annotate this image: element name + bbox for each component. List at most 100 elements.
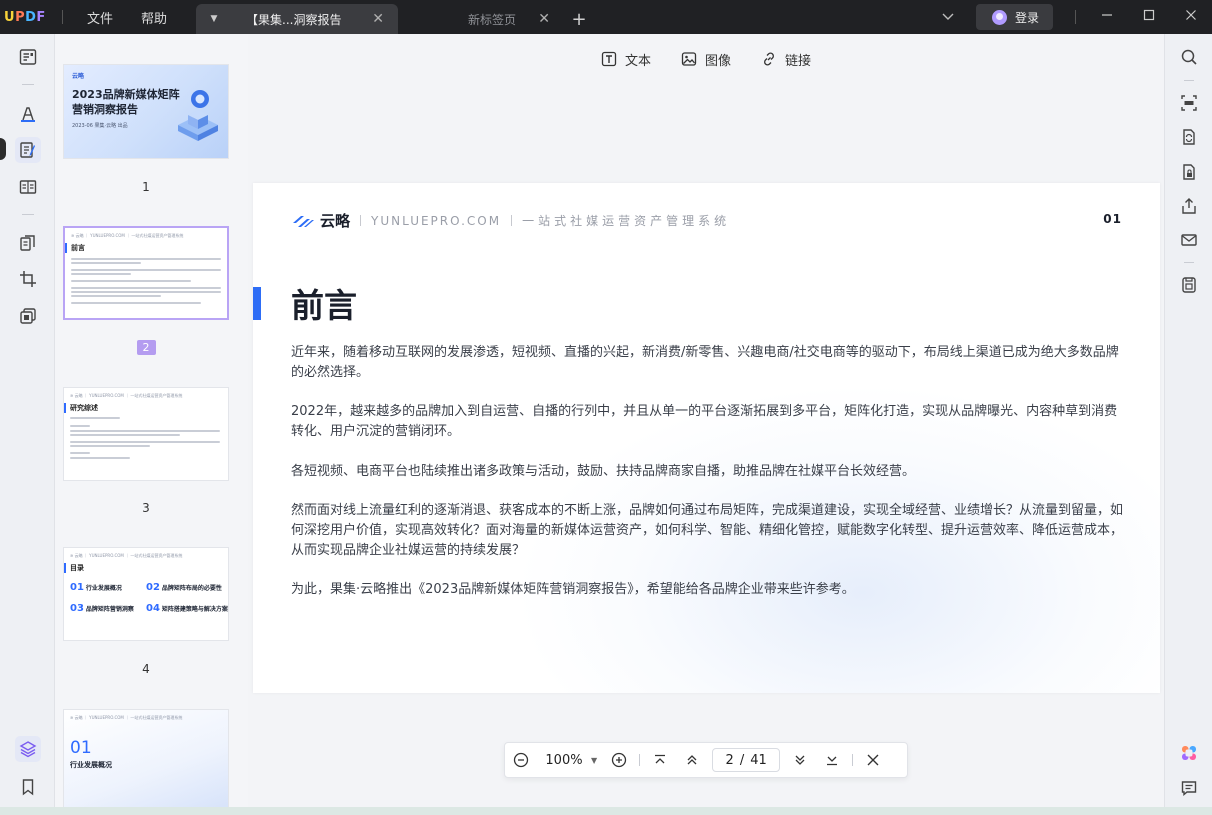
header-divider: [360, 215, 362, 226]
tab-list-dropdown[interactable]: ▼: [196, 4, 232, 34]
title-accent-bar: [253, 287, 261, 320]
edit-mode-button[interactable]: [15, 137, 41, 163]
add-image-button[interactable]: 图像: [681, 50, 731, 69]
convert-file-icon: [1183, 129, 1195, 145]
login-button[interactable]: 登录: [975, 4, 1053, 30]
layers-icon: [19, 741, 37, 758]
menu-file[interactable]: 文件: [73, 8, 127, 27]
nav-divider: [852, 754, 854, 766]
close-navigation-button[interactable]: [857, 742, 889, 778]
email-button[interactable]: [1178, 229, 1200, 251]
thumb-text-line: [71, 295, 161, 297]
thumb-section-number: 01: [70, 738, 92, 758]
previous-page-button[interactable]: [676, 742, 708, 778]
next-page-button[interactable]: [784, 742, 816, 778]
thumb-text-line: [70, 457, 130, 459]
tab-new[interactable]: 新标签页 ✕: [398, 4, 564, 34]
thumbnail-page-1[interactable]: 云略 2023品牌新媒体矩阵营销洞察报告 2023-06 果集·云略 出品: [63, 64, 229, 159]
first-page-icon: [655, 754, 666, 764]
thumb-header-text: ≋ 云略 ｜ YUNLUEPRO.COM ｜ 一站式社媒运营资产管理系统: [70, 715, 183, 720]
protect-button[interactable]: [1178, 161, 1200, 183]
close-tab-icon[interactable]: ✕: [372, 11, 384, 27]
save-button[interactable]: [1178, 274, 1200, 296]
thumb-accent-bar: [64, 403, 66, 413]
thumbnail-number: 1: [142, 180, 150, 194]
layers-button[interactable]: [15, 736, 41, 762]
rail-divider: [1184, 262, 1194, 263]
thumb-toc-item: 02 品牌矩阵布局的必要性: [146, 582, 222, 593]
chevron-down-icon[interactable]: [942, 11, 954, 24]
thumb-text-line: [70, 417, 120, 419]
app-window: UPDF 文件 帮助 ▼ 【果集...洞察报告 ✕ 新标签页 ✕ + 登录 云略…: [0, 0, 1212, 815]
last-page-button[interactable]: [816, 742, 848, 778]
avatar-icon: [991, 9, 1007, 25]
tab-document[interactable]: 【果集...洞察报告 ✕: [232, 4, 398, 34]
thumbnail-page-4[interactable]: ≋ 云略 ｜ YUNLUEPRO.COM ｜ 一站式社媒运营资产管理系统 目录 …: [63, 547, 229, 641]
document-page-number: 01: [1103, 212, 1122, 226]
maximize-button[interactable]: [1128, 9, 1170, 25]
bookmark-button[interactable]: [15, 774, 41, 800]
comments-button[interactable]: [1178, 777, 1200, 799]
zoom-level[interactable]: 100%: [537, 753, 591, 768]
add-tab-button[interactable]: +: [564, 4, 594, 34]
close-window-button[interactable]: [1170, 9, 1212, 25]
reader-mode-button[interactable]: [15, 44, 41, 70]
document-workspace: 文本 图像 链接 云略 YUNLUEPRO.COM 一站式社媒运营资产管理系统 …: [248, 34, 1164, 807]
thumb-text-line: [70, 430, 220, 432]
paragraph: 2022年，越来越多的品牌加入到自运营、自播的行列中，并且从单一的平台逐渐拓展到…: [291, 404, 1118, 439]
crop-button[interactable]: [15, 266, 41, 292]
close-tab-icon[interactable]: ✕: [538, 11, 550, 27]
thumbnail-page-5[interactable]: ≋ 云略 ｜ YUNLUEPRO.COM ｜ 一站式社媒运营资产管理系统 01 …: [63, 709, 229, 807]
thumbnail-panel: 云略 2023品牌新媒体矩阵营销洞察报告 2023-06 果集·云略 出品 1 …: [55, 34, 248, 807]
convert-button[interactable]: [1178, 126, 1200, 148]
thumb-heading: 研究综述: [70, 404, 98, 412]
title-bar: UPDF 文件 帮助 ▼ 【果集...洞察报告 ✕ 新标签页 ✕ + 登录: [0, 0, 1212, 34]
ai-assistant-button[interactable]: [1178, 742, 1200, 764]
zoom-dropdown-icon[interactable]: ▼: [591, 756, 597, 765]
first-page-button[interactable]: [644, 742, 676, 778]
caret-down-icon: ▼: [210, 14, 218, 24]
isometric-illustration-icon: [178, 90, 218, 141]
add-text-button[interactable]: 文本: [601, 50, 651, 69]
add-link-button[interactable]: 链接: [761, 50, 811, 69]
minimize-button[interactable]: [1086, 9, 1128, 25]
thumb-heading: 目录: [70, 564, 84, 572]
thumb-text-line: [70, 441, 220, 443]
double-chevron-up-icon: [687, 755, 697, 765]
thumb-text-line: [70, 452, 90, 454]
brand-logo: 云略: [291, 210, 350, 231]
thumbnail-page-2[interactable]: ≋ 云略 ｜ YUNLUEPRO.COM ｜ 一站式社媒运营资产管理系统 前言: [63, 226, 229, 320]
header-divider: [511, 215, 513, 226]
page-view-button[interactable]: [15, 174, 41, 200]
image-icon: [681, 52, 697, 66]
panel-collapse-handle[interactable]: [0, 138, 6, 160]
title-divider: [1075, 10, 1076, 24]
share-button[interactable]: [1178, 195, 1200, 217]
thumb-accent-bar: [64, 563, 66, 573]
search-button[interactable]: [1178, 46, 1200, 68]
title-divider: [62, 10, 63, 24]
right-tool-rail: [1164, 34, 1212, 807]
thumb-text-line: [70, 434, 180, 436]
organize-pages-button[interactable]: [15, 230, 41, 256]
zoom-in-icon: [612, 752, 627, 768]
window-bottom-edge: [0, 807, 1212, 815]
ocr-button[interactable]: [1178, 92, 1200, 114]
thumb-title: 2023品牌新媒体矩阵营销洞察报告: [72, 88, 180, 116]
zoom-out-button[interactable]: [505, 742, 537, 778]
zoom-in-button[interactable]: [603, 742, 635, 778]
comment-mode-button[interactable]: [15, 100, 41, 126]
tab-label: 【果集...洞察报告: [246, 12, 342, 27]
mail-icon: [1181, 234, 1197, 246]
page-number-input[interactable]: 2 / 41: [712, 748, 781, 772]
paragraph: 然而面对线上流量红利的逐渐消退、获客成本的不断上涨，品牌如何通过布局矩阵，完成渠…: [291, 503, 1124, 558]
page-header: 云略 YUNLUEPRO.COM 一站式社媒运营资产管理系统: [291, 210, 730, 231]
paragraph: 各短视频、电商平台也陆续推出诸多政策与活动，鼓励、扶持品牌商家自播，助推品牌在社…: [291, 464, 916, 479]
page-navigation-bar: 100% ▼ 2 / 41: [504, 742, 908, 778]
layers-compare-button[interactable]: [15, 303, 41, 329]
plus-icon: +: [571, 8, 587, 30]
menu-help[interactable]: 帮助: [127, 8, 181, 27]
thumbnail-page-3[interactable]: ≋ 云略 ｜ YUNLUEPRO.COM ｜ 一站式社媒运营资产管理系统 研究综…: [63, 387, 229, 481]
title-bar-right: 登录: [942, 0, 1212, 34]
book-icon: [19, 180, 37, 194]
